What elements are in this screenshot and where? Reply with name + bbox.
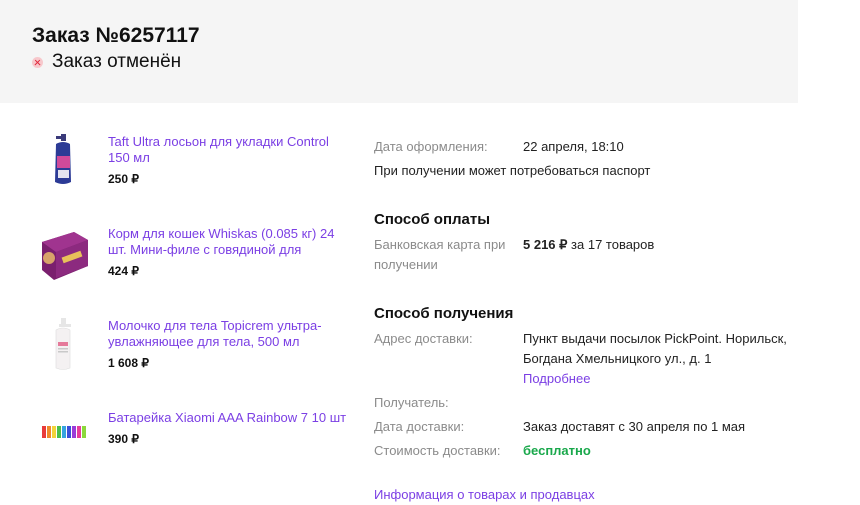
- order-date-label: Дата оформления:: [374, 139, 488, 154]
- payment-amount: 5 216 ₽: [523, 237, 568, 252]
- product-item: Корм для кошек Whiskas (0.085 кг) 24 шт.…: [32, 226, 352, 286]
- product-name[interactable]: Taft Ultra лосьон для укладки Control 15…: [108, 134, 348, 166]
- payment-value: 5 216 ₽ за 17 товаров: [523, 235, 654, 255]
- more-link[interactable]: Подробнее: [523, 369, 590, 389]
- order-status: Заказ отменён: [32, 51, 181, 73]
- delivery-title: Способ получения: [374, 305, 514, 322]
- product-price: 250 ₽: [108, 172, 139, 186]
- batteries-icon[interactable]: [32, 410, 96, 466]
- delivery-date-value: Заказ доставят с 30 апреля по 1 мая: [523, 419, 746, 434]
- product-price: 1 608 ₽: [108, 356, 149, 370]
- cancel-icon: [32, 57, 43, 68]
- address-label: Адрес доставки:: [374, 331, 473, 346]
- status-text: Заказ отменён: [52, 51, 182, 72]
- delivery-date-label: Дата доставки:: [374, 419, 465, 434]
- cat-food-box-icon[interactable]: [32, 226, 96, 282]
- payment-label: Банковская карта при получении: [374, 237, 506, 272]
- payment-title: Способ оплаты: [374, 211, 491, 228]
- product-price: 390 ₽: [108, 432, 139, 446]
- product-price: 424 ₽: [108, 264, 139, 278]
- product-name[interactable]: Батарейка Xiaomi AAA Rainbow 7 10 шт: [108, 410, 348, 426]
- lotion-bottle-icon[interactable]: [32, 318, 96, 374]
- product-item: Taft Ultra лосьон для укладки Control 15…: [32, 134, 352, 194]
- passport-note: При получении может потребоваться паспор…: [374, 163, 651, 178]
- address-value: Пункт выдачи посылок PickPoint. Норильск…: [523, 331, 787, 366]
- order-header: Заказ №6257117 Заказ отменён: [0, 0, 798, 103]
- payment-items: за 17 товаров: [567, 237, 655, 252]
- info-link[interactable]: Информация о товарах и продавцах: [374, 485, 595, 505]
- product-item: Батарейка Xiaomi AAA Rainbow 7 10 шт 390…: [32, 410, 352, 460]
- recipient-label: Получатель:: [374, 395, 449, 410]
- product-item: Молочко для тела Topicrem ультра-увлажня…: [32, 318, 352, 378]
- delivery-cost-value: бесплатно: [523, 443, 591, 458]
- product-name[interactable]: Молочко для тела Topicrem ультра-увлажня…: [108, 318, 348, 350]
- order-date-value: 22 апреля, 18:10: [523, 139, 624, 154]
- spray-bottle-icon[interactable]: [32, 134, 96, 190]
- delivery-cost-label: Стоимость доставки:: [374, 443, 501, 458]
- order-title: Заказ №6257117: [32, 24, 200, 47]
- product-name[interactable]: Корм для кошек Whiskas (0.085 кг) 24 шт.…: [108, 226, 348, 258]
